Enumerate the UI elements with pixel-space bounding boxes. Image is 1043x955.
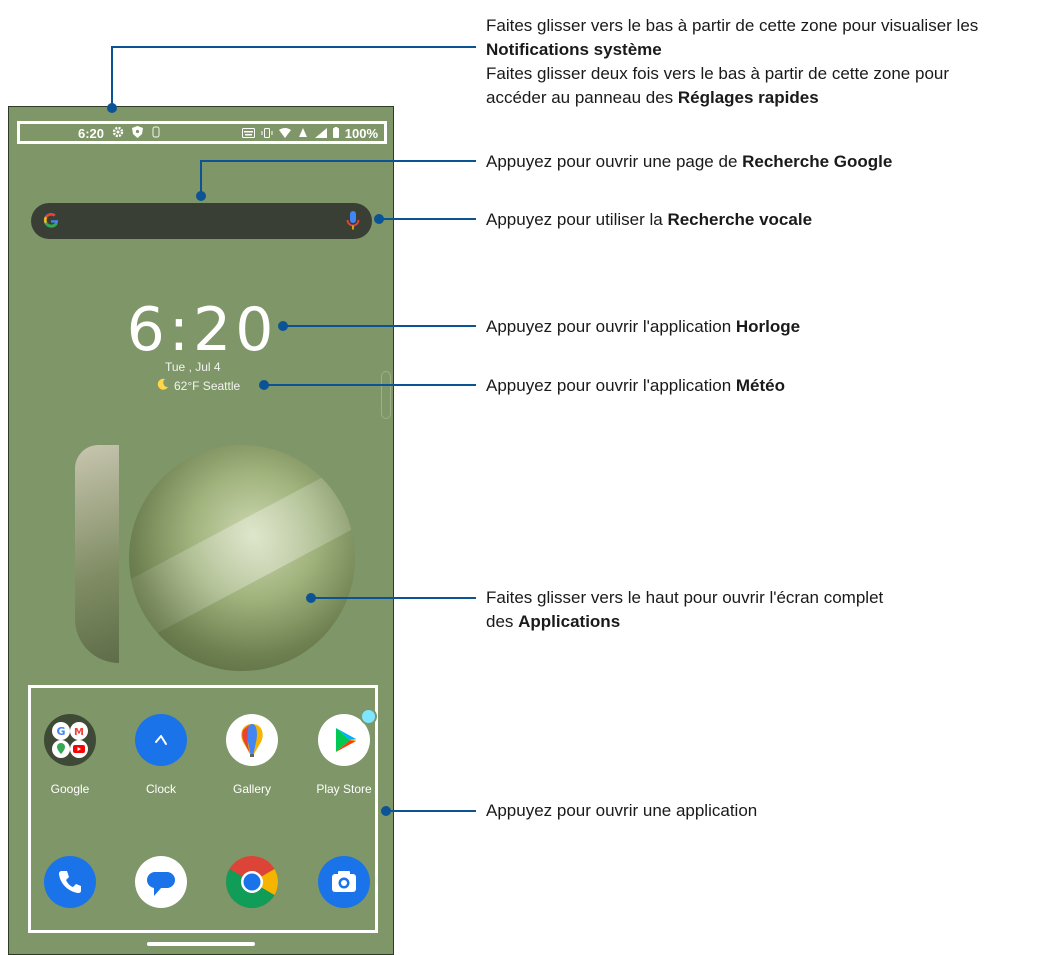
callout-text: Faites glisser vers le bas à partir de c… bbox=[486, 16, 979, 35]
callout-bold: Horloge bbox=[735, 317, 801, 336]
callout-notifications: Faites glisser vers le bas à partir de c… bbox=[486, 14, 978, 110]
callout-text: Appuyez pour ouvrir une application bbox=[486, 801, 758, 820]
callout-voice-search: Appuyez pour utiliser la Recherche vocal… bbox=[486, 208, 812, 232]
callout-weather: Appuyez pour ouvrir l'application Météo bbox=[486, 374, 785, 398]
callout-text: des bbox=[486, 612, 519, 631]
callout-open-app: Appuyez pour ouvrir une application bbox=[486, 799, 757, 823]
callout-text: Appuyez pour utiliser la bbox=[486, 210, 668, 229]
callout-text: Faites glisser vers le haut pour ouvrir … bbox=[486, 588, 884, 607]
callout-bold: Météo bbox=[735, 376, 786, 395]
callout-text: Appuyez pour ouvrir l'application bbox=[486, 317, 736, 336]
callout-text: Appuyez pour ouvrir une page de bbox=[486, 152, 743, 171]
callout-bold: Applications bbox=[518, 612, 621, 631]
callout-bold: Notifications système bbox=[486, 40, 662, 59]
callout-bold: Réglages rapides bbox=[677, 88, 819, 107]
callout-bold: Recherche vocale bbox=[667, 210, 813, 229]
callout-google-search: Appuyez pour ouvrir une page de Recherch… bbox=[486, 150, 892, 174]
callout-clock: Appuyez pour ouvrir l'application Horlog… bbox=[486, 315, 800, 339]
callout-bold: Recherche Google bbox=[742, 152, 893, 171]
callout-text: accéder au panneau des bbox=[486, 88, 678, 107]
callout-apps: Faites glisser vers le haut pour ouvrir … bbox=[486, 586, 883, 634]
callout-text: Faites glisser deux fois vers le bas à p… bbox=[486, 64, 950, 83]
callout-text: Appuyez pour ouvrir l'application bbox=[486, 376, 736, 395]
